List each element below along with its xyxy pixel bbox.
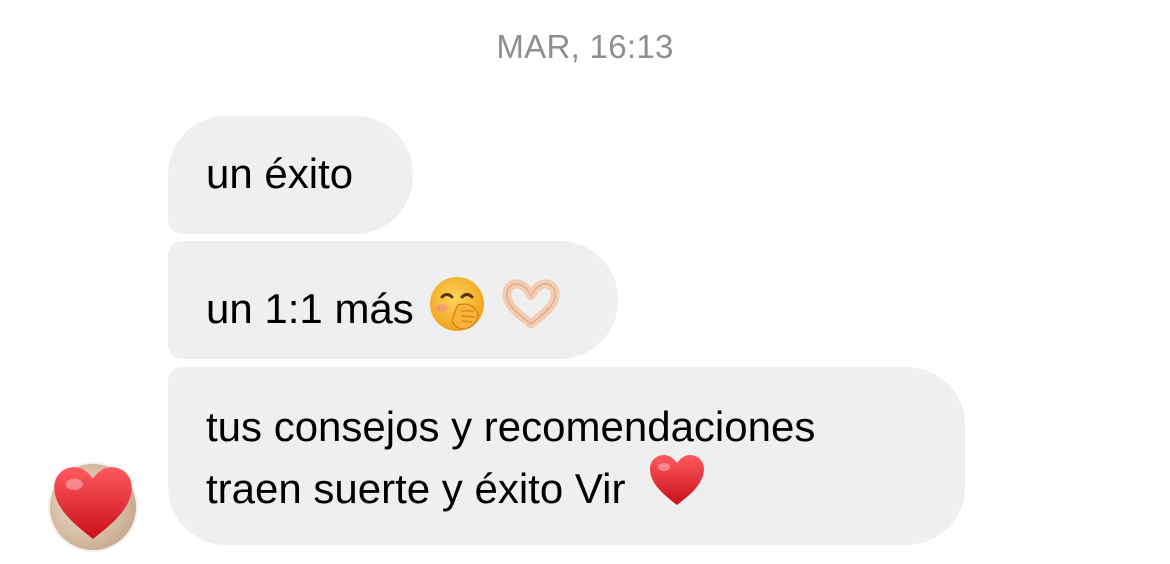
hand-over-mouth-face-icon xyxy=(428,275,486,343)
message-bubble[interactable]: un 1:1 más xyxy=(168,241,618,359)
message-text: un 1:1 más xyxy=(206,285,414,332)
message-timestamp: MAR, 16:13 xyxy=(496,28,674,65)
message-text: tus consejos y recomendaciones traen sue… xyxy=(206,403,816,513)
message-bubble[interactable]: un éxito xyxy=(168,116,413,234)
message-text: un éxito xyxy=(206,150,354,197)
avatar[interactable] xyxy=(48,462,138,552)
red-heart-icon xyxy=(54,467,132,539)
red-heart-icon xyxy=(647,453,707,523)
heart-hands-icon xyxy=(500,278,562,340)
message-bubble[interactable]: tus consejos y recomendaciones traen sue… xyxy=(168,367,965,545)
